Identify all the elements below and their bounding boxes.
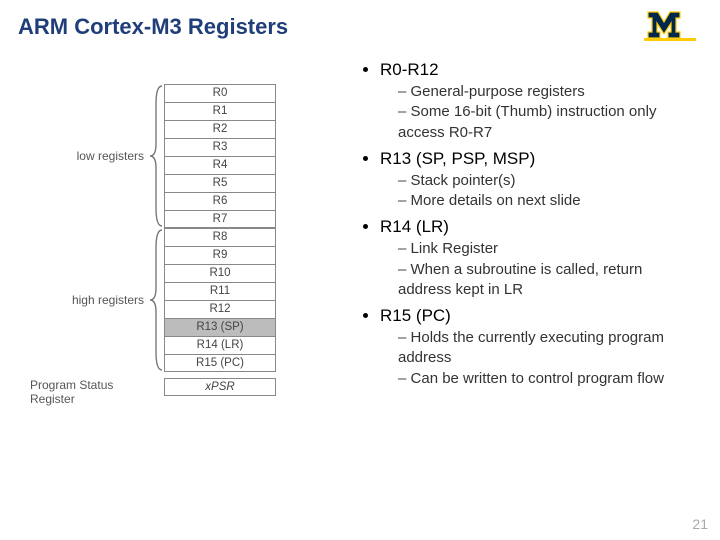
sub-bullet: Link Register <box>398 239 698 259</box>
bullet-item: R13 (SP, PSP, MSP) Stack pointer(s)More d… <box>380 149 698 212</box>
register-xpsr: xPSR <box>164 378 276 396</box>
slide-title: ARM Cortex-M3 Registers <box>18 14 288 40</box>
bullet-head: R13 (SP, PSP, MSP) <box>380 149 535 168</box>
register-lr: R14 (LR) <box>164 336 276 354</box>
register-cell: R2 <box>164 120 276 138</box>
register-cell: R7 <box>164 210 276 228</box>
bullet-head: R15 (PC) <box>380 306 451 325</box>
sub-bullet: Stack pointer(s) <box>398 171 698 191</box>
register-sp: R13 (SP) <box>164 318 276 336</box>
register-cell: R12 <box>164 300 276 318</box>
register-pc: R15 (PC) <box>164 354 276 372</box>
register-cell: R11 <box>164 282 276 300</box>
register-cell: R0 <box>164 84 276 102</box>
bullet-item: R14 (LR) Link RegisterWhen a subroutine i… <box>380 217 698 300</box>
psr-label: Program Status Register <box>30 378 164 406</box>
bullet-item: R15 (PC) Holds the currently executing pr… <box>380 306 698 389</box>
umich-logo <box>644 10 696 42</box>
bullet-item: R0-R12 General-purpose registersSome 16-b… <box>380 60 698 143</box>
bullet-head: R14 (LR) <box>380 217 449 236</box>
sub-bullet: Can be written to control program flow <box>398 369 698 389</box>
bullet-head: R0-R12 <box>380 60 439 79</box>
sub-bullet: Some 16-bit (Thumb) instruction only acc… <box>398 102 698 143</box>
bullet-content: R0-R12 General-purpose registersSome 16-b… <box>358 60 698 395</box>
register-cell: R9 <box>164 246 276 264</box>
register-cell: R5 <box>164 174 276 192</box>
sub-bullet: Holds the currently executing program ad… <box>398 328 698 369</box>
high-registers-label: high registers <box>30 228 148 372</box>
register-diagram: low registers R0R1R2R3R4R5R6R7 high regi… <box>30 84 340 406</box>
sub-bullet: General-purpose registers <box>398 82 698 102</box>
sub-bullet: More details on next slide <box>398 191 698 211</box>
register-cell: R6 <box>164 192 276 210</box>
register-cell: R10 <box>164 264 276 282</box>
sub-bullet: When a subroutine is called, return addr… <box>398 260 698 301</box>
register-cell: R1 <box>164 102 276 120</box>
low-registers-label: low registers <box>30 84 148 228</box>
page-number: 21 <box>692 516 708 532</box>
register-cell: R8 <box>164 228 276 246</box>
register-cell: R4 <box>164 156 276 174</box>
register-cell: R3 <box>164 138 276 156</box>
